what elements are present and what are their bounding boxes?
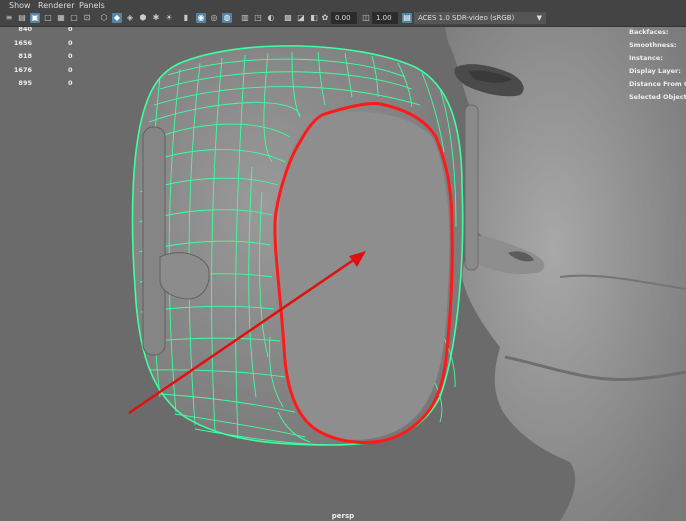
hud-selected-objects: Selected Objects bbox=[629, 93, 686, 101]
lights-icon[interactable]: ✱ bbox=[151, 13, 161, 23]
gamma-field[interactable]: 1.00 bbox=[372, 12, 398, 24]
hud-row: 1656 0 bbox=[0, 39, 90, 50]
image-plane-icon[interactable]: ▥ bbox=[240, 13, 250, 23]
hud-value: 0 bbox=[68, 66, 73, 74]
head-mesh[interactable] bbox=[445, 27, 686, 521]
film-gate-icon[interactable]: ▣ bbox=[30, 13, 40, 23]
color-space-label: ACES 1.0 SDR-video (sRGB) bbox=[418, 14, 515, 22]
hud-icon[interactable]: ◧ bbox=[309, 13, 319, 23]
color-space-dropdown[interactable]: ACES 1.0 SDR-video (sRGB) ▼ bbox=[414, 12, 546, 24]
gamma-icon[interactable]: ◫ bbox=[361, 13, 371, 23]
menu-show[interactable]: Show bbox=[9, 0, 31, 11]
menu-panels[interactable]: Panels bbox=[79, 0, 105, 11]
camera-name: persp bbox=[331, 512, 355, 520]
bounding-box-icon[interactable]: ⬢ bbox=[138, 13, 148, 23]
xray-icon[interactable]: ◉ bbox=[196, 13, 206, 23]
backface-icon[interactable]: ◍ bbox=[222, 13, 232, 23]
safe-action-icon[interactable]: ▢ bbox=[69, 13, 79, 23]
menu-icon[interactable]: ≡ bbox=[4, 13, 14, 23]
chevron-down-icon: ▼ bbox=[536, 14, 542, 22]
hud-value: 818 bbox=[18, 52, 32, 60]
wireframe-cube-icon[interactable]: ⬡ bbox=[99, 13, 109, 23]
3d-viewport[interactable]: 840 0 1656 0 818 0 1676 0 895 0 Backface… bbox=[0, 27, 686, 521]
color-management-icon[interactable]: ▤ bbox=[402, 13, 412, 23]
depth-of-field-icon[interactable]: ◪ bbox=[296, 13, 306, 23]
motion-blur-icon[interactable]: ◐ bbox=[266, 13, 276, 23]
exposure-field[interactable]: 0.00 bbox=[331, 12, 357, 24]
camera-icon[interactable]: ▤ bbox=[17, 13, 27, 23]
panel-menu-bar: Show Renderer Panels bbox=[0, 0, 686, 11]
field-chart-icon[interactable]: ⊡ bbox=[82, 13, 92, 23]
hud-row: 840 0 bbox=[0, 27, 90, 36]
exposure-icon[interactable]: ✿ bbox=[320, 13, 330, 23]
hud-display-layer: Display Layer: bbox=[629, 67, 681, 75]
panel-toolbar: ≡ ▤ ▣ □ ▦ ▢ ⊡ ⬡ ◆ ◈ ⬢ ✱ ☀ ▮ ◉ ◎ ◍ ▥ ◳ ◐ … bbox=[0, 11, 686, 27]
hud-value: 895 bbox=[18, 79, 32, 87]
earbud-mesh[interactable] bbox=[131, 45, 464, 446]
hud-backfaces: Backfaces: bbox=[629, 28, 669, 36]
hud-value: 0 bbox=[68, 27, 73, 33]
hud-value: 1676 bbox=[13, 66, 32, 74]
stem-joint bbox=[159, 252, 210, 300]
hud-value: 0 bbox=[68, 52, 73, 60]
face-surface bbox=[445, 27, 686, 521]
isolate-select-icon[interactable]: ▮ bbox=[181, 13, 191, 23]
hud-distance: Distance From Ca bbox=[629, 80, 686, 88]
menu-renderer[interactable]: Renderer bbox=[38, 0, 75, 11]
hud-instance: Instance: bbox=[629, 54, 663, 62]
xray-joints-icon[interactable]: ◎ bbox=[209, 13, 219, 23]
hud-value: 0 bbox=[68, 39, 73, 47]
multisample-icon[interactable]: ▩ bbox=[283, 13, 293, 23]
shadows-icon[interactable]: ☀ bbox=[164, 13, 174, 23]
textured-icon[interactable]: ◈ bbox=[125, 13, 135, 23]
hud-row: 818 0 bbox=[0, 52, 90, 63]
hud-smoothness: Smoothness: bbox=[629, 41, 677, 49]
earbud-stem bbox=[142, 126, 166, 356]
grid-icon[interactable]: ▦ bbox=[56, 13, 66, 23]
earpiece-stem bbox=[464, 104, 479, 271]
smooth-shade-icon[interactable]: ◆ bbox=[112, 13, 122, 23]
resolution-gate-icon[interactable]: □ bbox=[43, 13, 53, 23]
hud-value: 840 bbox=[18, 27, 32, 33]
hud-row: 895 0 bbox=[0, 79, 90, 90]
hud-value: 0 bbox=[68, 79, 73, 87]
hud-row: 1676 0 bbox=[0, 66, 90, 77]
hud-value: 1656 bbox=[13, 39, 32, 47]
earbud-inner-face bbox=[278, 111, 450, 440]
ambient-occlusion-icon[interactable]: ◳ bbox=[253, 13, 263, 23]
viewport-scene bbox=[128, 27, 686, 521]
